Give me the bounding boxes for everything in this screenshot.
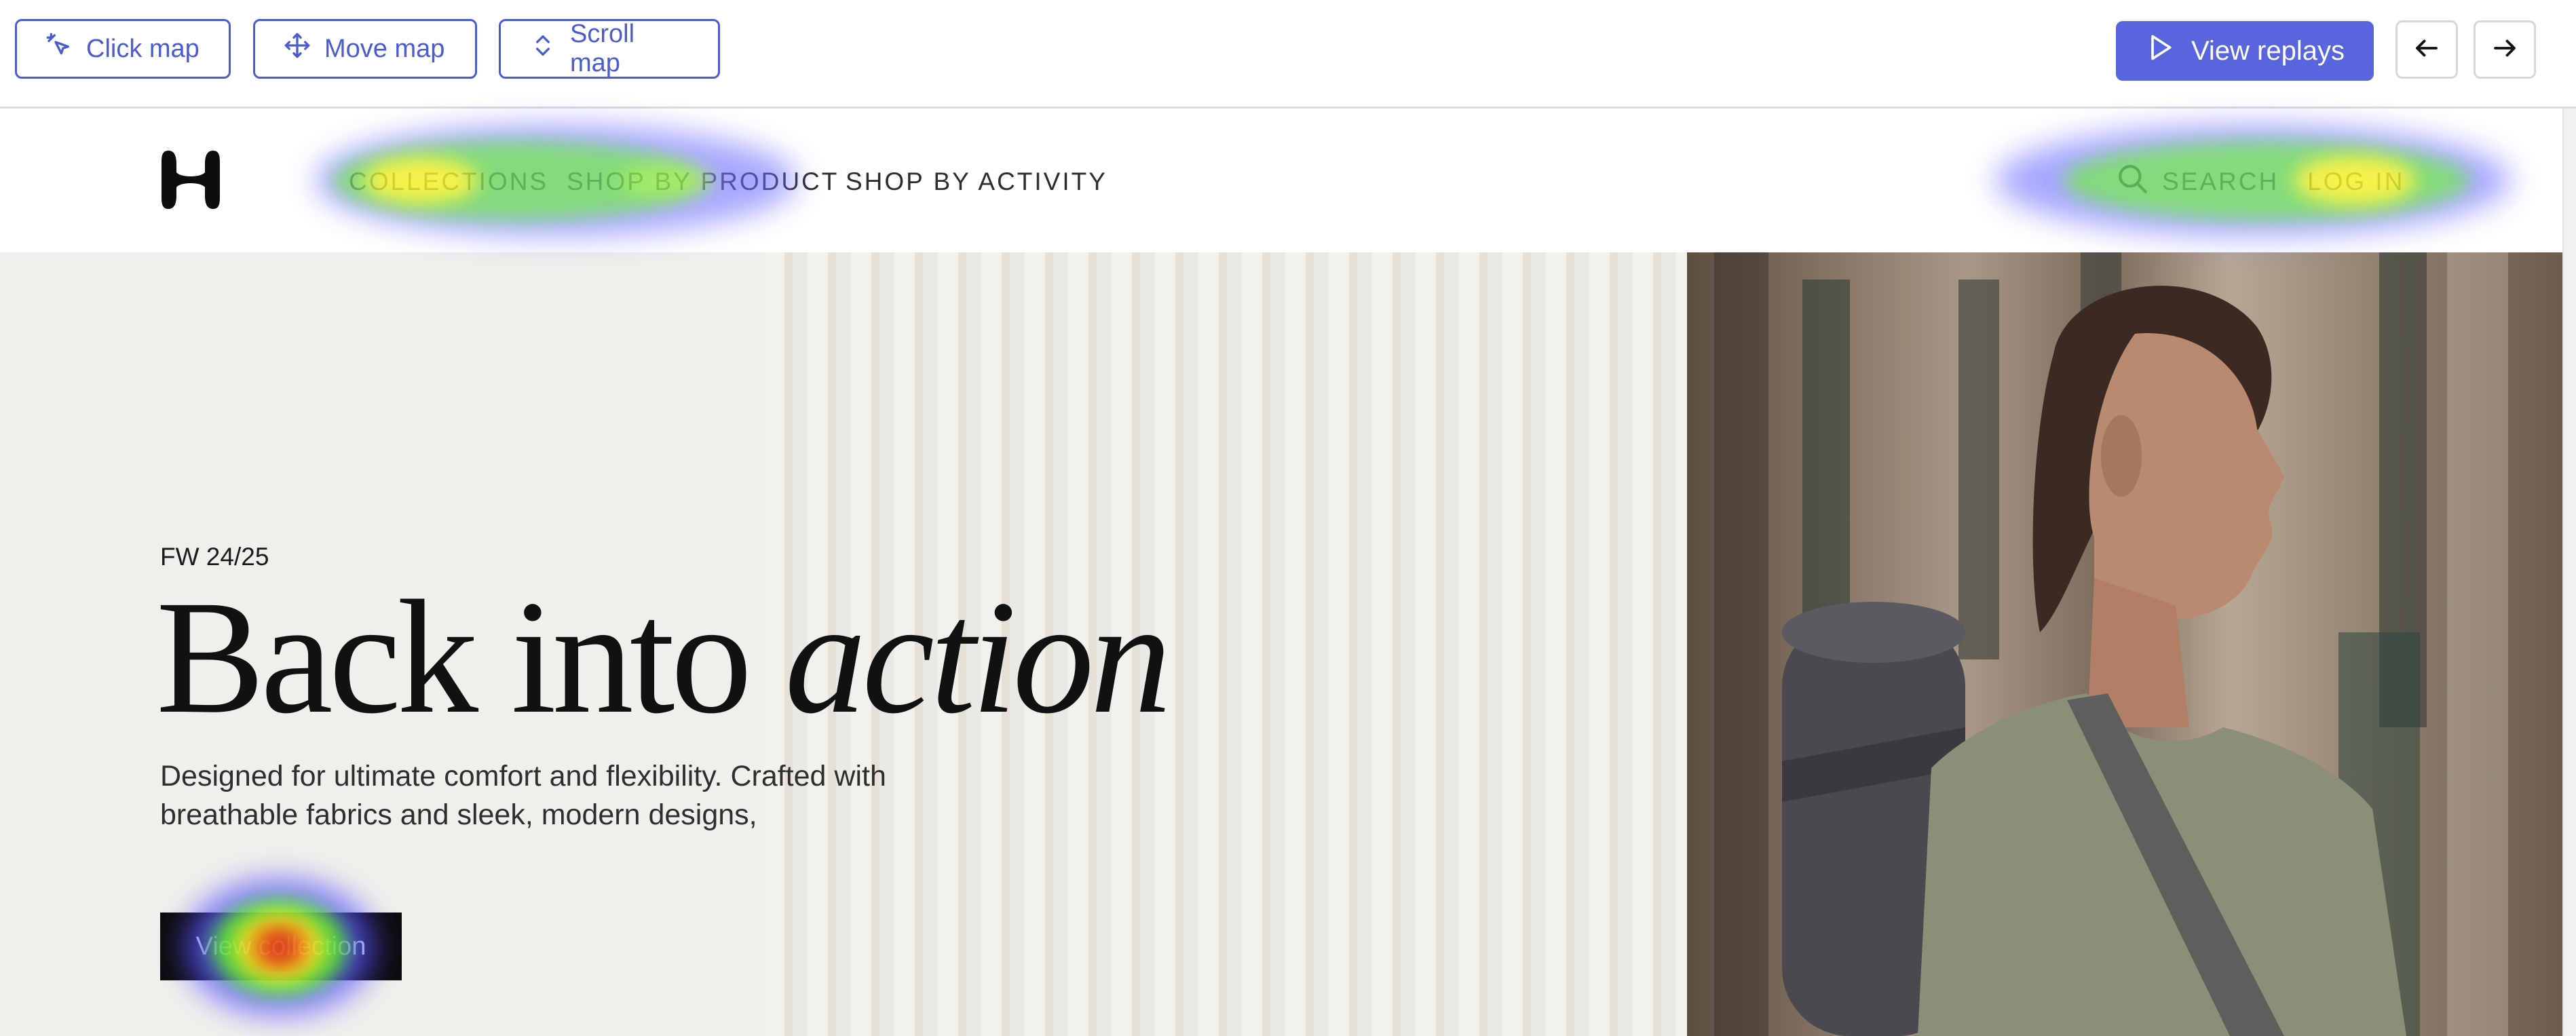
move-map-label: Move map	[324, 34, 445, 63]
hero-subcopy: Designed for ultimate comfort and flexib…	[160, 760, 886, 831]
hero-headline-italic: action	[784, 567, 1171, 747]
search-icon[interactable]	[2116, 162, 2150, 196]
arrow-left-icon	[2412, 34, 2441, 66]
view-replays-label: View replays	[2191, 35, 2345, 66]
scroll-map-label: Scroll map	[570, 20, 635, 77]
view-replays-button[interactable]: View replays	[2116, 21, 2374, 81]
click-map-label: Click map	[86, 34, 200, 63]
view-collection-label: View collection	[195, 932, 366, 961]
page-scrollbar[interactable]	[2562, 109, 2576, 1036]
nav-search[interactable]: SEARCH	[2162, 168, 2279, 196]
arrow-right-icon	[2490, 34, 2519, 66]
nav-log-in[interactable]: LOG IN	[2307, 168, 2404, 196]
nav-shop-by-product[interactable]: SHOP BY PRODUCT	[567, 168, 839, 196]
nav-shop-by-activity[interactable]: SHOP BY ACTIVITY	[846, 168, 1107, 196]
next-button[interactable]	[2474, 20, 2536, 79]
brand-logo[interactable]	[159, 148, 223, 212]
hero-headline-regular: Back into	[156, 567, 785, 747]
click-map-button[interactable]: Click map	[15, 19, 231, 79]
site-header: COLLECTIONS SHOP BY PRODUCT SHOP BY ACTI…	[0, 111, 2562, 252]
move-arrows-icon	[284, 32, 311, 66]
hero-photo	[1687, 252, 2562, 1036]
play-icon	[2145, 33, 2175, 69]
hero-headline: Back into action	[156, 575, 1171, 738]
nav-collections[interactable]: COLLECTIONS	[349, 168, 548, 196]
hero-section: FW 24/25 Back into action Designed for u…	[0, 252, 2562, 1036]
cursor-click-icon	[45, 32, 73, 66]
scroll-map-button[interactable]: Scroll map	[499, 19, 720, 79]
heatmap-toolbar: Click map Move map Scroll map View repla…	[0, 0, 2576, 109]
view-collection-button[interactable]: View collection	[160, 913, 402, 980]
move-map-button[interactable]: Move map	[253, 19, 477, 79]
previous-button[interactable]	[2395, 20, 2458, 79]
scroll-chevrons-icon	[529, 32, 556, 66]
